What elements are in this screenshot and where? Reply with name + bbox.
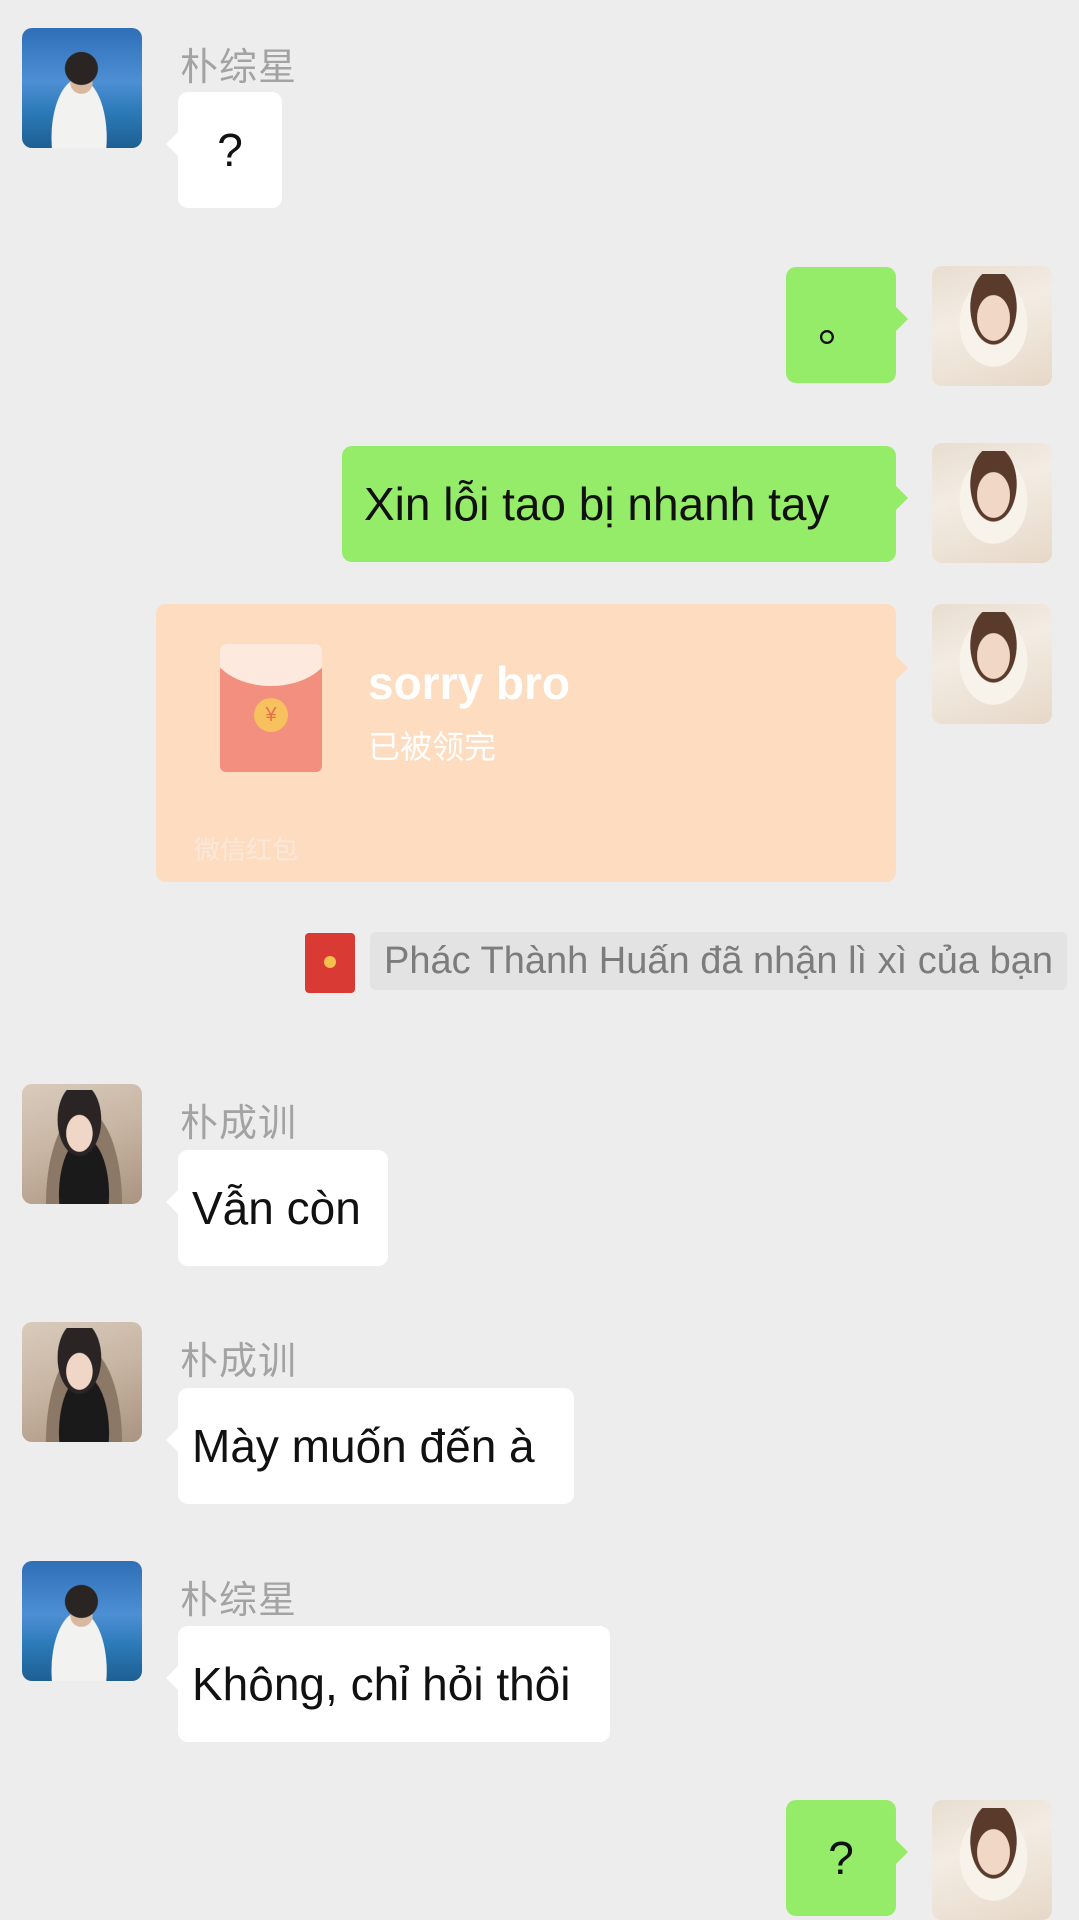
message-text: 。 [818,299,864,351]
red-packet-card[interactable]: ¥ sorry bro 已被领完 微信红包 [156,604,908,882]
avatar-sender-1[interactable] [22,1561,142,1681]
red-envelope-icon: ¥ [220,644,322,772]
avatar-self[interactable] [932,443,1052,563]
avatar-sender-2[interactable] [22,1084,142,1204]
red-packet-brand: 微信红包 [194,835,299,865]
sender-name: 朴综星 [180,1580,298,1622]
message-text: Xin lỗi tao bị nhanh tay [364,478,830,530]
avatar-self[interactable] [932,1800,1052,1920]
message-text: Không, chỉ hỏi thôi [192,1658,571,1710]
sender-name: 朴成训 [180,1341,298,1383]
message-bubble[interactable]: Không, chỉ hỏi thôi [166,1626,610,1742]
message-bubble[interactable]: Mày muốn đến à [166,1388,574,1504]
avatar-self[interactable] [932,604,1052,724]
message-bubble[interactable]: ? [166,92,282,208]
avatar-self[interactable] [932,266,1052,386]
red-packet-status: 已被领完 [368,729,497,765]
message-text: ? [217,124,243,176]
message-bubble-own[interactable]: 。 [786,267,908,383]
sender-name: 朴综星 [180,47,298,89]
red-envelope-icon [305,933,355,993]
message-bubble-own[interactable]: Xin lỗi tao bị nhanh tay [342,446,908,562]
message-text: Vẫn còn [192,1182,361,1234]
avatar-sender-1[interactable] [22,28,142,148]
sender-name: 朴成训 [180,1103,298,1145]
message-text: ? [828,1832,854,1884]
red-packet-title: sorry bro [368,657,570,709]
message-text: Mày muốn đến à [192,1420,535,1472]
avatar-sender-2[interactable] [22,1322,142,1442]
message-bubble-own[interactable]: ? [786,1800,908,1916]
system-notice: Phác Thành Huấn đã nhận lì xì của bạn [370,932,1068,990]
message-bubble[interactable]: Vẫn còn [166,1150,388,1266]
